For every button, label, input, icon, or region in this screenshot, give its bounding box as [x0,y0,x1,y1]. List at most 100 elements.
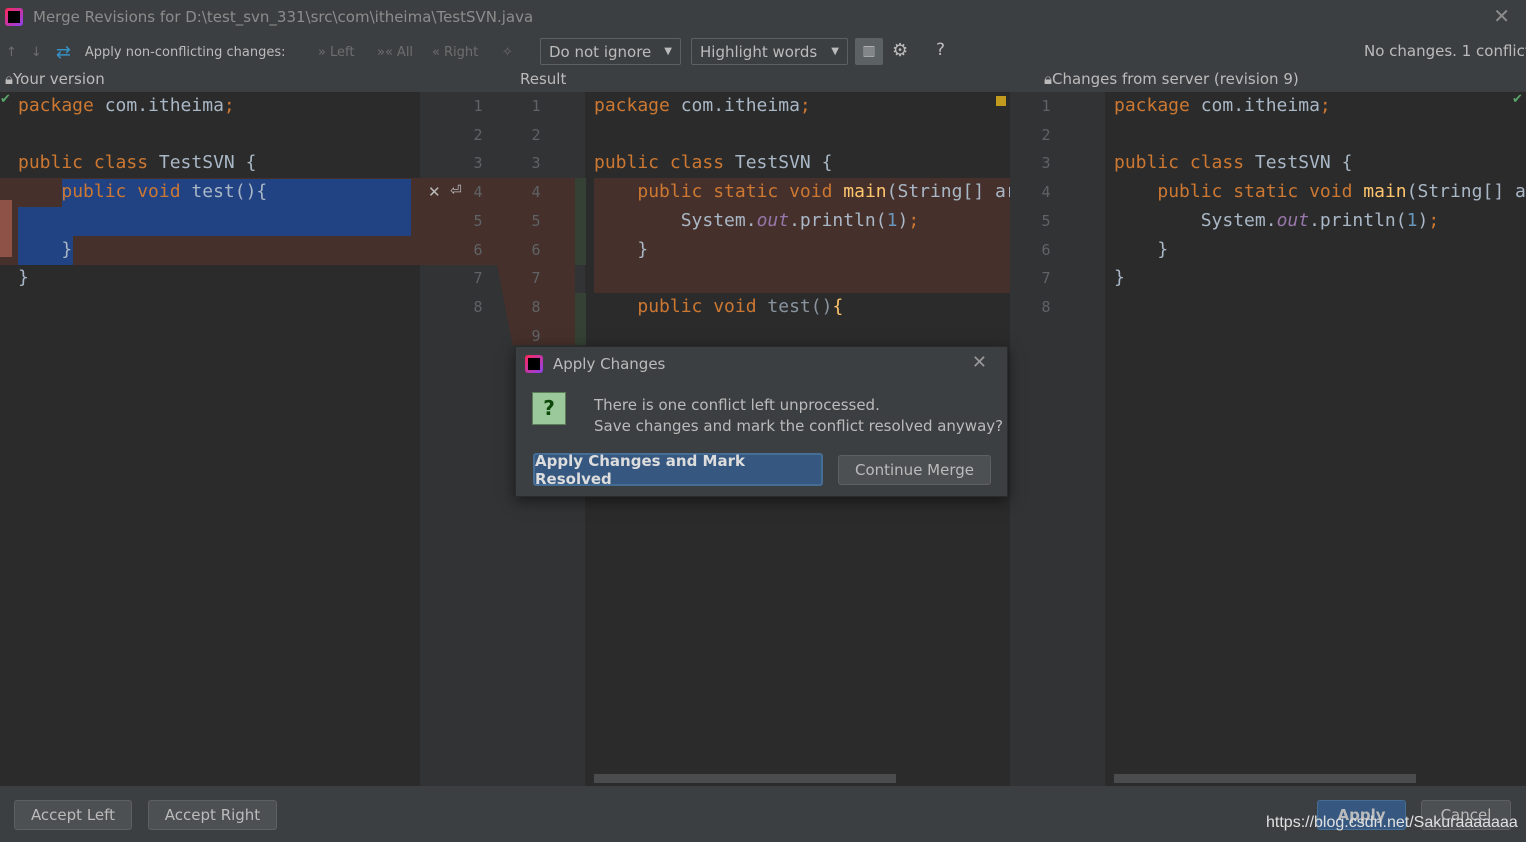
dialog-message-line1: There is one conflict left unprocessed. [594,396,880,414]
line-number: 2 [473,125,483,144]
dialog-title: Apply Changes [553,355,666,373]
code-token: public class [594,152,725,174]
chevron-down-icon: ▼ [831,46,839,57]
code-token: ; [1428,209,1440,231]
code-token: public class [1114,152,1245,174]
line-number: 6 [531,240,541,259]
apply-and-mark-resolved-button[interactable]: Apply Changes and Mark Resolved [533,452,823,488]
code-line: package com.itheima; [1114,92,1331,121]
accept-right-button[interactable]: Accept Right [148,800,277,830]
apply-left-button[interactable]: Left [330,45,354,60]
right-horizontal-scrollbar[interactable] [1114,774,1416,783]
line-number: 8 [531,297,541,316]
sync-scroll-toggle-icon[interactable]: ▥ [855,38,883,65]
code-token: System. [594,209,757,231]
line-number: 4 [531,183,541,202]
code-token: TestSVN { [148,152,257,174]
line-number: 7 [1041,269,1051,288]
code-token: com.itheima [669,95,800,116]
code-token: 1 [886,209,898,231]
code-line: public static void main(String[] args){ [1114,178,1526,207]
continue-merge-button[interactable]: Continue Merge [838,455,991,485]
accept-left-button[interactable]: Accept Left [14,800,132,830]
apply-right-icon[interactable]: « [432,45,440,60]
code-line: public class TestSVN { [594,149,832,178]
line-number: 5 [473,211,483,230]
line-number: 8 [473,297,483,316]
apply-right-button[interactable]: Right [444,45,478,60]
line-number: 1 [1041,97,1051,115]
code-line: System.out.println(1); [594,207,919,236]
code-token: } [1114,267,1125,289]
help-icon[interactable]: ? [936,40,945,60]
code-line: } [594,236,648,265]
code-token: } [18,238,73,260]
line-number: 3 [1041,154,1051,173]
code-token: public void [637,295,757,317]
code-token: TestSVN { [1244,152,1353,174]
code-line: public class TestSVN { [1114,149,1352,178]
discard-change-icon[interactable]: ✕ [428,183,441,201]
code-token: com.itheima [93,95,224,116]
code-line: public void test(){ [18,178,267,207]
line-number: 2 [1041,125,1051,144]
gear-icon[interactable]: ⚙ [892,40,908,61]
code-line: } [18,264,29,293]
apply-changes-dialog: Apply Changes ✕ ? There is one conflict … [515,346,1008,497]
code-token: package [594,95,670,116]
line-number: 6 [1041,240,1051,259]
line-number: 2 [531,125,541,144]
apply-left-icon[interactable]: » [318,45,326,60]
result-panel-header: Result [520,70,567,88]
result-horizontal-scrollbar[interactable] [594,774,896,783]
next-change-icon[interactable]: ↓ [31,45,42,60]
resolve-icon[interactable]: ⇄ [56,42,71,63]
magic-wand-icon[interactable]: ✧ [502,40,513,64]
code-token: public static void [637,181,833,203]
lock-icon: 🔒︎ [1044,70,1052,88]
apply-all-button[interactable]: All [397,45,413,60]
code-token: ; [908,209,920,231]
line-number: 3 [473,154,483,173]
apply-all-icon[interactable]: »« [377,45,393,60]
question-icon: ? [532,392,566,425]
code-token: ; [1319,95,1331,116]
code-token: { [832,295,844,317]
previous-change-icon[interactable]: ↑ [6,45,17,60]
ignore-whitespace-dropdown[interactable]: Do not ignore ▼ [540,38,681,65]
close-dialog-icon[interactable]: ✕ [972,352,987,373]
apply-change-icon[interactable]: ⏎ [450,183,462,199]
code-token: ; [799,95,811,116]
close-window-icon[interactable]: ✕ [1493,4,1510,28]
code-token: out [756,209,790,231]
intellij-icon [5,8,23,26]
right-gutter [1010,92,1105,786]
highlight-dropdown[interactable]: Highlight words ▼ [691,38,848,65]
code-token: System. [1114,209,1277,231]
code-token: test() [756,295,833,317]
code-token: } [18,267,29,289]
code-line: public class TestSVN { [18,149,256,178]
code-line: package com.itheima; [18,92,235,121]
right-panel-header: 🔒︎Changes from server (revision 9) [1044,70,1299,88]
code-token: test(){ [180,181,268,203]
line-number: 7 [473,269,483,288]
code-line: public static void main(String[] args){ [594,178,1010,207]
code-token: } [594,238,649,260]
line-number: 5 [1041,211,1051,230]
code-token: .println( [1309,209,1407,231]
chevron-down-icon: ▼ [664,46,672,57]
apply-non-conflicting-label: Apply non-conflicting changes: [84,44,286,60]
code-token: out [1276,209,1310,231]
lock-icon: 🔒︎ [5,70,13,88]
left-panel-header: 🔒︎Your version [5,70,105,88]
code-line: } [18,236,72,265]
code-token: ) [897,209,909,231]
code-token: com.itheima [1189,95,1320,116]
line-number: 1 [531,97,541,115]
line-number: 8 [1041,297,1051,316]
